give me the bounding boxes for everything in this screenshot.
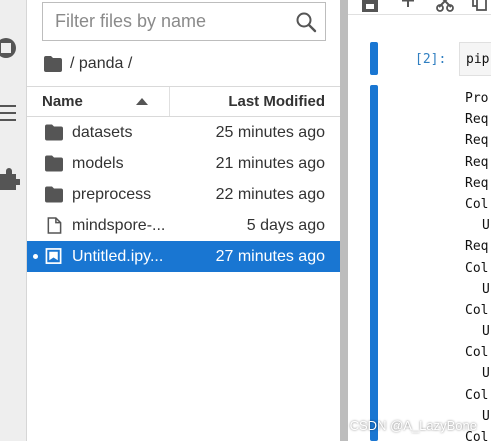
file-name: preprocess — [72, 186, 152, 203]
file-list: datasets 25 minutes ago models 21 minute… — [27, 117, 340, 272]
left-activity-bar — [0, 0, 27, 441]
file-modified: 25 minutes ago — [215, 124, 325, 141]
output-line: Pro — [465, 91, 489, 106]
filter-files-input[interactable] — [43, 3, 287, 40]
name-column-header[interactable]: Name — [42, 87, 170, 116]
output-line: Col — [465, 302, 489, 318]
output-line: U — [482, 281, 490, 297]
folder-icon — [45, 124, 63, 141]
last-modified-column-header[interactable]: Last Modified — [228, 87, 325, 116]
input-prompt: [2]: — [415, 52, 447, 67]
folder-icon — [45, 155, 63, 172]
copy-icon[interactable] — [472, 0, 488, 12]
add-cell-icon[interactable] — [401, 0, 415, 12]
output-line: Req — [465, 154, 489, 170]
cell-output: Pro Req Req Req Req Col U Req Col U Col … — [465, 88, 491, 441]
file-row-datasets[interactable]: datasets 25 minutes ago — [27, 117, 340, 148]
jupyterlab-window: / panda / Name Last Modified datasets 25… — [0, 0, 491, 441]
save-icon[interactable] — [362, 0, 378, 12]
notebook-panel: [2]: pip Pro Req Req Req Req Col U Req C… — [348, 0, 491, 441]
file-row-models[interactable]: models 21 minutes ago — [27, 148, 340, 179]
output-line: Col — [465, 196, 489, 212]
output-line: Req — [465, 112, 489, 128]
file-name: Untitled.ipy... — [72, 248, 164, 265]
breadcrumb-path[interactable]: / panda / — [70, 55, 132, 73]
file-modified: 5 days ago — [246, 217, 325, 234]
home-folder-icon[interactable] — [44, 56, 62, 72]
file-modified: 22 minutes ago — [215, 186, 325, 203]
filter-box — [42, 2, 326, 41]
column-divider[interactable] — [169, 87, 170, 116]
extension-manager-icon[interactable] — [0, 168, 27, 192]
breadcrumb[interactable]: / panda / — [44, 52, 132, 76]
file-name: datasets — [72, 124, 133, 141]
sort-ascending-icon — [136, 98, 148, 105]
file-list-header: Name Last Modified — [27, 86, 340, 117]
code-editor[interactable]: pip — [459, 42, 491, 76]
cut-icon[interactable] — [436, 0, 454, 12]
file-modified: 21 minutes ago — [215, 155, 325, 172]
output-line: U — [482, 218, 490, 234]
output-line: Req — [465, 239, 489, 255]
table-of-contents-icon[interactable] — [0, 103, 27, 123]
output-line: Col — [465, 260, 489, 276]
code-text: pip — [466, 52, 490, 67]
cell-collapser[interactable] — [370, 42, 378, 75]
watermark: CSDN @A_LazyBone — [349, 418, 477, 433]
file-modified: 27 minutes ago — [215, 248, 325, 265]
folder-icon — [45, 186, 63, 203]
search-icon[interactable] — [295, 11, 317, 33]
file-row-untitled-notebook[interactable]: Untitled.ipy... 27 minutes ago — [27, 241, 340, 272]
file-browser-panel: / panda / Name Last Modified datasets 25… — [27, 0, 340, 441]
output-line: Req — [465, 133, 489, 149]
file-icon — [47, 217, 62, 234]
output-line: Req — [465, 175, 489, 191]
notebook-toolbar — [348, 0, 491, 15]
running-sessions-icon[interactable] — [0, 36, 27, 60]
name-column-label: Name — [42, 93, 83, 110]
notebook-icon — [45, 248, 62, 264]
file-row-preprocess[interactable]: preprocess 22 minutes ago — [27, 179, 340, 210]
panel-splitter[interactable] — [340, 0, 348, 441]
running-indicator-icon — [33, 254, 38, 259]
file-name: models — [72, 155, 124, 172]
output-line: Col — [465, 345, 489, 361]
output-collapser[interactable] — [370, 85, 378, 441]
last-modified-column-label: Last Modified — [228, 93, 325, 110]
output-line: U — [482, 324, 490, 340]
output-line: U — [482, 366, 490, 382]
file-name: mindspore-... — [72, 217, 166, 234]
file-row-mindspore[interactable]: mindspore-... 5 days ago — [27, 210, 340, 241]
output-line: Col — [465, 387, 489, 403]
